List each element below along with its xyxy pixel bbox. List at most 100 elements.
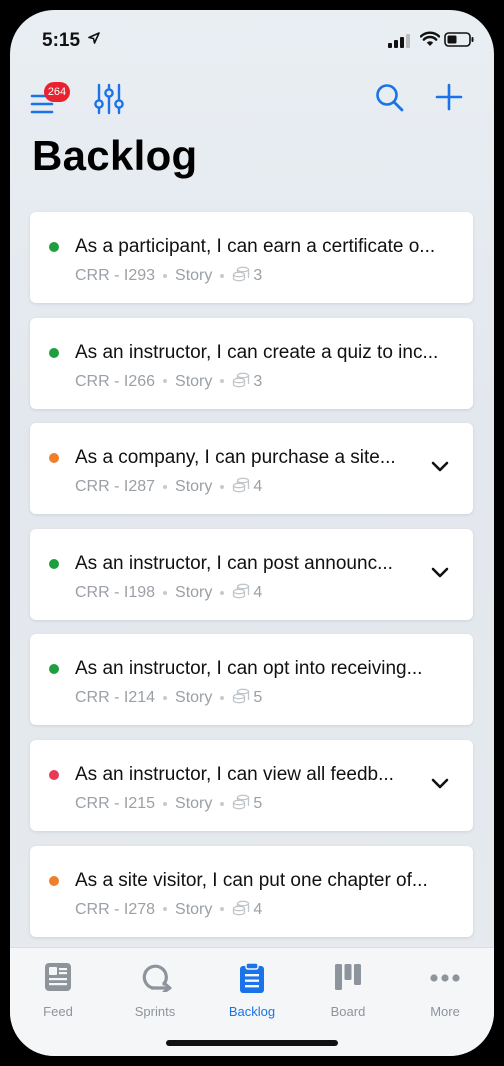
feed-icon: [45, 963, 71, 991]
add-button[interactable]: [434, 82, 468, 116]
status-time: 5:15: [42, 30, 81, 51]
item-title: As a site visitor, I can put one chapter…: [75, 869, 428, 891]
menu-button[interactable]: 264: [30, 82, 70, 118]
page-title: Backlog: [32, 132, 198, 179]
item-type: Story: [175, 900, 213, 918]
phone-screen: 5:15 264 Backlog As a participant, I can…: [10, 10, 494, 1056]
backlog-item-card[interactable]: As a site visitor, I can put one chapter…: [30, 845, 473, 937]
item-key: CRR - I266: [75, 372, 156, 390]
status-dot: [49, 664, 59, 675]
item-type: Story: [175, 372, 213, 390]
status-bar: 5:15: [10, 10, 494, 70]
item-meta: CRR - I215 Story 5: [75, 794, 262, 813]
sprints-icon: [142, 964, 172, 992]
chevron-down-icon[interactable]: [431, 778, 449, 790]
location-arrow-icon: [88, 32, 100, 44]
story-points-icon: [233, 266, 250, 282]
item-key: CRR - I278: [75, 900, 156, 918]
item-key: CRR - I215: [75, 795, 156, 812]
tab-sprints[interactable]: Sprints: [107, 958, 203, 1028]
backlog-item-card[interactable]: As an instructor, I can post announc... C…: [30, 528, 473, 620]
separator-dot: [220, 696, 225, 701]
separator-dot: [163, 484, 168, 489]
backlog-item-card[interactable]: As a participant, I can earn a certifica…: [30, 212, 473, 303]
separator-dot: [163, 696, 168, 701]
sliders-filter-icon: [94, 83, 124, 115]
tab-backlog[interactable]: Backlog: [204, 958, 300, 1028]
item-title: As an instructor, I can create a quiz to…: [75, 341, 439, 363]
backlog-item-card[interactable]: As an instructor, I can create a quiz to…: [30, 317, 473, 409]
tab-more[interactable]: More: [397, 958, 493, 1028]
backlog-item-card[interactable]: As a company, I can purchase a site... CR…: [30, 423, 473, 515]
tab-board-label: Board: [330, 1004, 366, 1019]
item-title: As a participant, I can earn a certifica…: [75, 236, 436, 257]
tab-more-label: More: [430, 1004, 460, 1019]
notification-badge: 264: [44, 82, 70, 102]
story-points-icon: [233, 477, 250, 493]
item-key: CRR - I293: [75, 267, 156, 284]
cellular-signal-icon: [388, 34, 410, 48]
item-key: CRR - I287: [75, 478, 156, 496]
item-title: As a company, I can purchase a site...: [75, 447, 396, 469]
backlog-icon: [240, 962, 264, 993]
item-key: CRR - I214: [75, 689, 156, 707]
item-meta: CRR - I287 Story 4: [75, 477, 262, 496]
item-title: As an instructor, I can post announc...: [75, 552, 393, 574]
story-points-icon: [233, 372, 250, 387]
separator-dot: [220, 273, 225, 278]
item-meta: CRR - I266 Story 3: [75, 372, 262, 391]
story-points-icon: [233, 900, 250, 915]
item-key: CRR - I198: [75, 583, 156, 601]
status-dot: [49, 770, 59, 780]
status-dot: [49, 875, 59, 886]
item-type: Story: [175, 583, 213, 601]
separator-dot: [163, 273, 168, 278]
plus-icon: [435, 83, 463, 111]
item-title: As an instructor, I can view all feedb..…: [75, 764, 394, 785]
tab-sprints-label: Sprints: [134, 1004, 176, 1019]
status-dot: [49, 453, 59, 464]
backlog-item-card[interactable]: As an instructor, I can opt into receivi…: [30, 634, 473, 726]
story-points-icon: [233, 794, 250, 810]
separator-dot: [163, 907, 168, 912]
item-type: Story: [175, 478, 213, 496]
separator-dot: [220, 801, 225, 806]
separator-dot: [163, 379, 168, 384]
item-meta: CRR - I214 Story 5: [75, 688, 262, 707]
separator-dot: [220, 484, 225, 489]
item-meta: CRR - I278 Story 4: [75, 900, 262, 919]
item-points: 4: [253, 583, 263, 601]
separator-dot: [163, 801, 168, 806]
separator-dot: [220, 590, 225, 595]
backlog-item-card[interactable]: As an instructor, I can view all feedb..…: [30, 740, 473, 831]
item-points: 5: [253, 689, 263, 707]
board-icon: [335, 964, 361, 990]
tab-board[interactable]: Board: [300, 958, 396, 1028]
home-indicator: [166, 1040, 338, 1046]
item-points: 3: [253, 372, 263, 390]
filter-button[interactable]: [92, 82, 128, 118]
status-dot: [49, 347, 59, 358]
separator-dot: [163, 590, 168, 595]
item-title: As an instructor, I can opt into receivi…: [75, 658, 423, 680]
tab-feed[interactable]: Feed: [10, 958, 106, 1028]
chevron-down-icon[interactable]: [431, 461, 449, 473]
status-dot: [49, 242, 59, 252]
item-points: 5: [253, 795, 263, 812]
item-type: Story: [175, 795, 213, 812]
item-points: 4: [253, 478, 263, 496]
item-points: 4: [253, 900, 263, 918]
search-button[interactable]: [374, 82, 410, 118]
item-points: 3: [253, 267, 263, 284]
item-type: Story: [175, 267, 213, 284]
item-meta: CRR - I293 Story 3: [75, 266, 262, 285]
tab-backlog-label: Backlog: [228, 1004, 276, 1019]
item-meta: CRR - I198 Story 4: [75, 583, 262, 602]
tab-feed-label: Feed: [43, 1004, 73, 1019]
separator-dot: [220, 907, 225, 912]
chevron-down-icon[interactable]: [431, 567, 449, 579]
status-dot: [49, 558, 59, 569]
more-icon: [430, 974, 460, 982]
wifi-icon: [420, 31, 440, 46]
separator-dot: [220, 379, 225, 384]
